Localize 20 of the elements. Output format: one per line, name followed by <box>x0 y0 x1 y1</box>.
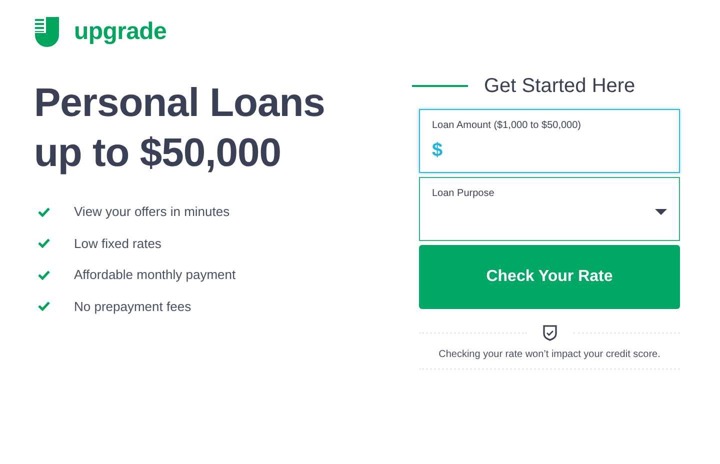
benefit-text: No prepayment fees <box>74 298 192 316</box>
shield-check-icon <box>542 325 556 341</box>
credit-note: Checking your rate won’t impact your credit score. <box>438 348 662 362</box>
headline: Personal Loans <box>34 80 326 127</box>
benefit-text: View your offers in minutes <box>74 203 230 221</box>
benefit-text: Low fixed rates <box>74 234 162 252</box>
brand-name: upgrade <box>74 20 167 44</box>
dollar-prefix: $ <box>432 139 443 163</box>
check-icon <box>38 270 50 280</box>
loan-purpose-select[interactable]: Loan Purpose <box>419 177 680 241</box>
form-title: Get Started Here <box>484 74 636 99</box>
dropdown-caret-icon <box>655 209 667 215</box>
loan-amount-field[interactable]: Loan Amount ($1,000 to $50,000) $ <box>419 109 680 173</box>
field-label: Loan Amount ($1,000 to $50,000) <box>432 119 582 133</box>
field-label: Loan Purpose <box>432 187 496 201</box>
benefit-text: Affordable monthly payment <box>74 266 236 284</box>
headline: up to $50,000 <box>34 130 282 177</box>
check-icon <box>38 206 50 217</box>
check-icon <box>38 301 50 312</box>
check-icon <box>38 238 50 248</box>
